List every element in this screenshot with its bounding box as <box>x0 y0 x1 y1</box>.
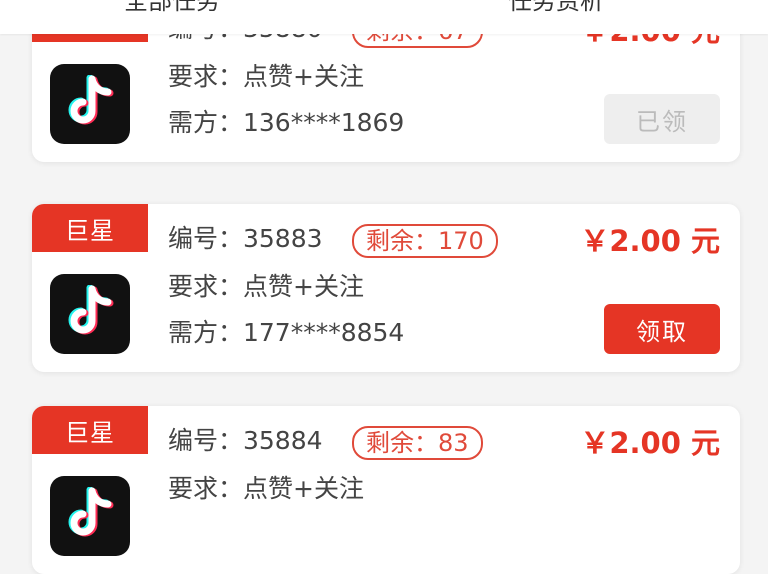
tab-all-tasks[interactable]: 全部任务 <box>124 0 220 16</box>
remaining-badge: 剩余：170 <box>352 224 498 258</box>
task-requirement: 要求：点赞+关注 <box>168 272 364 301</box>
task-id: 编号：35883 <box>168 224 323 253</box>
claim-button[interactable]: 领取 <box>604 304 720 354</box>
task-id: 编号：35884 <box>168 426 323 455</box>
tab-task-showcase[interactable]: 任务赏析 <box>508 0 604 16</box>
remaining-badge: 剩余：83 <box>352 426 483 460</box>
task-client: 需方：136****1869 <box>168 108 405 137</box>
task-card[interactable]: 巨星 编号：35883 剩余：170 ￥2.00 元 要求：点赞+关注 需方：1… <box>32 204 740 372</box>
task-client: 需方：177****8854 <box>168 318 405 347</box>
task-requirement: 要求：点赞+关注 <box>168 62 364 91</box>
top-tab-bar: 全部任务 任务赏析 <box>0 0 768 34</box>
tiktok-icon <box>50 64 130 144</box>
task-price: ￥2.00 元 <box>580 426 720 460</box>
task-price: ￥2.00 元 <box>580 224 720 258</box>
tiktok-icon <box>50 274 130 354</box>
task-card[interactable]: 巨星 编号：35884 剩余：83 ￥2.00 元 要求：点赞+关注 <box>32 406 740 574</box>
category-badge: 巨星 <box>32 204 148 252</box>
task-requirement: 要求：点赞+关注 <box>168 474 364 503</box>
category-badge: 巨星 <box>32 406 148 454</box>
claimed-button[interactable]: 已领 <box>604 94 720 144</box>
tiktok-icon <box>50 476 130 556</box>
